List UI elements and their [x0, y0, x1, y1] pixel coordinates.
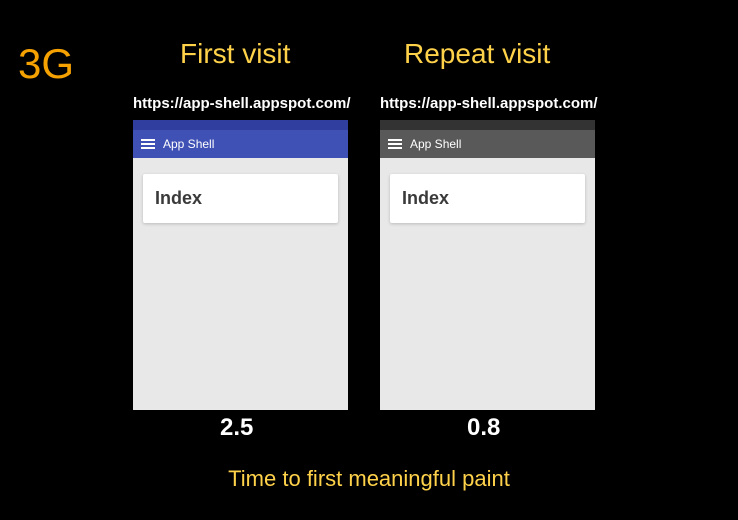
hamburger-icon[interactable]: [388, 139, 402, 149]
heading-repeat-visit: Repeat visit: [404, 38, 550, 70]
app-title: App Shell: [410, 137, 461, 151]
status-bar: [133, 120, 348, 130]
url-first-visit: https://app-shell.appspot.com/: [133, 95, 351, 112]
card-title: Index: [155, 188, 326, 209]
content-card: Index: [143, 174, 338, 223]
content-card: Index: [390, 174, 585, 223]
hamburger-icon[interactable]: [141, 139, 155, 149]
card-title: Index: [402, 188, 573, 209]
time-repeat-visit: 0.8: [467, 414, 500, 442]
app-bar: App Shell: [380, 130, 595, 158]
time-first-visit: 2.5: [220, 414, 253, 442]
url-repeat-visit: https://app-shell.appspot.com/: [380, 95, 598, 112]
phone-screenshot-first: App Shell Index: [133, 120, 348, 410]
content-area: Index: [380, 158, 595, 239]
app-bar: App Shell: [133, 130, 348, 158]
app-title: App Shell: [163, 137, 214, 151]
phone-screenshot-repeat: App Shell Index: [380, 120, 595, 410]
metric-label: Time to first meaningful paint: [0, 466, 738, 492]
content-area: Index: [133, 158, 348, 239]
status-bar: [380, 120, 595, 130]
network-badge: 3G: [18, 40, 74, 88]
heading-first-visit: First visit: [180, 38, 290, 70]
